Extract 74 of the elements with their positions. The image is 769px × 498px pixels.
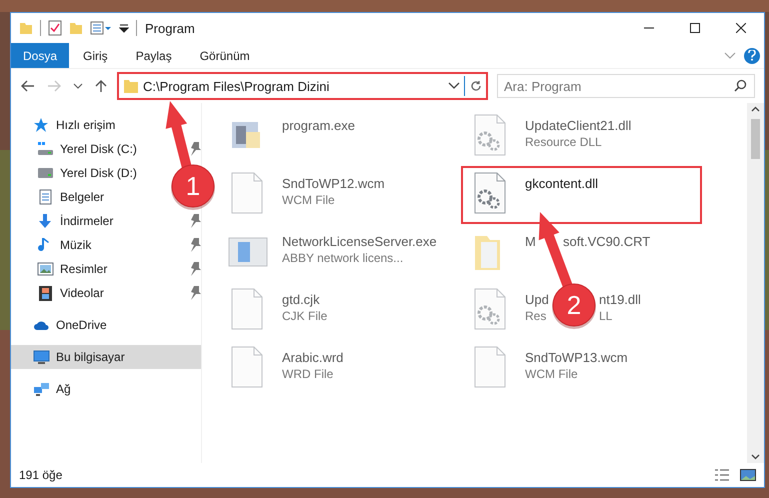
item-count: 191 öğe [19,468,62,482]
file-type: Resource DLL [525,135,602,149]
drive-icon [37,165,54,181]
ribbon-tab[interactable]: Paylaş [122,43,186,68]
network-icon [33,381,50,397]
computer-icon [33,349,50,365]
details-view-button[interactable] [714,468,730,482]
file-type: WCM File [525,367,578,381]
file-name: gtd.cjk [282,292,320,307]
file-type: CJK File [282,309,328,323]
address-path: C:\Program Files\Program Dizini [142,78,330,94]
nav-item[interactable]: Bu bilgisayar [11,345,201,369]
scrollbar[interactable] [747,103,764,463]
chevron-icon[interactable] [73,82,83,90]
pin-icon[interactable] [189,142,201,156]
nav-item[interactable]: İndirmeler [11,209,118,233]
file-name: Arabic.wrd [282,350,344,365]
number-badge: 1 [171,164,215,210]
file-name: soft.VC90.CRT [563,234,650,249]
star-icon [33,117,50,133]
ribbon-tab[interactable]: Dosya [11,43,70,68]
file-name: SndToWP12.wcm [282,176,385,191]
file-name: M [525,234,536,249]
search-icon[interactable] [734,79,747,92]
maximize-icon[interactable] [690,23,700,33]
pin-icon[interactable] [189,238,201,252]
pin-icon[interactable] [189,214,201,228]
file-name: SndToWP13.wcm [525,350,628,365]
checklist-icon[interactable] [48,20,62,36]
back-icon[interactable] [21,80,35,92]
file-type: ABBY network licens... [282,251,404,265]
nav-item[interactable]: Yerel Disk (D:) [11,161,141,185]
nav-item[interactable]: Videolar [11,281,108,305]
file-name: NetworkLicenseServer.exe [282,234,437,249]
file-name: Upd [525,292,549,307]
file-name: UpdateClient21.dll [525,118,632,133]
drive-c-icon [37,141,54,157]
window-title: Program [145,20,195,36]
file-name: program.exe [282,118,355,133]
nav-item[interactable]: Belgeler [11,185,108,209]
up-icon[interactable] [95,79,107,93]
chevron-icon[interactable] [448,82,460,90]
file-type: WRD File [282,367,334,381]
videos-icon [37,285,54,301]
file-type: WCM File [282,193,335,207]
close-icon[interactable] [736,23,746,33]
search-field[interactable]: Ara: Program [497,74,755,98]
nav-item[interactable]: Ağ [11,377,75,401]
nav-item[interactable]: Resimler [11,257,112,281]
help-icon[interactable] [748,50,756,61]
address-bar[interactable]: C:\Program Files\Program Dizini [117,72,488,100]
properties-icon[interactable] [90,21,112,35]
nav-item[interactable]: Yerel Disk (C:) [11,137,141,161]
help-button[interactable] [744,48,760,64]
file-name: gkcontent.dll [525,176,598,191]
folder-icon [123,78,139,94]
refresh-icon[interactable] [470,80,482,92]
file-type: Res [525,309,546,323]
downloads-icon [37,213,54,229]
nav-item[interactable]: Hızlı erişim [11,113,120,137]
pictures-icon [37,261,54,277]
nav-item[interactable]: OneDrive [11,313,111,337]
file-name: nt19.dll [599,292,641,307]
file-type: LL [599,309,612,323]
documents-icon [37,189,54,205]
number-badge: 2 [552,284,596,329]
dropdown-icon[interactable] [119,23,129,33]
ribbon-tab[interactable]: Giriş [69,43,122,68]
scroll-thumb[interactable] [751,119,760,159]
pin-icon[interactable] [189,286,201,300]
pin-icon[interactable] [189,262,201,276]
large-icons-view-button[interactable] [740,468,756,482]
ribbon-tab[interactable]: Görünüm [186,43,264,68]
nav-item[interactable]: Müzik [11,233,96,257]
